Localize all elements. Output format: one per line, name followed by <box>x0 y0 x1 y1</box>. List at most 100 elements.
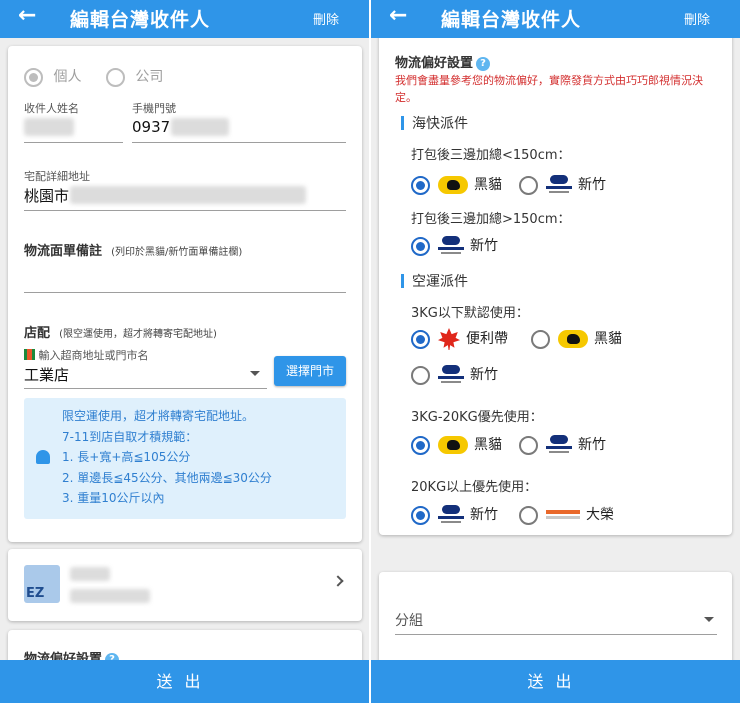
page-title: 編輯台灣收件人 <box>70 9 211 31</box>
phone-field[interactable]: 0937 <box>132 118 170 136</box>
right-screen: 物流偏好設置? 我們會盡量參考您的物流偏好，實際發貨方式由巧巧郎視情況決定。 海… <box>371 0 740 703</box>
option-label: 新竹 <box>578 177 606 193</box>
option-air-over20kg-taiwan-express[interactable]: 大榮 <box>519 504 614 525</box>
phone-label: 手機門號 <box>132 102 176 115</box>
notice-line: 1. 長+寬+高≦105公分 <box>62 450 191 464</box>
group-select[interactable]: 分組 <box>395 610 423 630</box>
hct-logo-icon <box>438 236 464 256</box>
option-label: 新竹 <box>470 367 498 383</box>
sea-group2-label: 打包後三邊加總>150cm： <box>411 212 571 227</box>
arrow-left-icon[interactable]: ← <box>18 5 36 27</box>
notice-line: 2. 單邊長≦45公分、其他兩邊≦30公分 <box>62 470 272 485</box>
address-value-redacted <box>70 186 306 204</box>
option-label: 新竹 <box>470 238 498 254</box>
pref-note: 我們會盡量參考您的物流偏好，實際發貨方式由巧巧郎視情況決定。 <box>395 74 703 104</box>
group-select-underline <box>395 634 717 635</box>
app-link-card[interactable]: EZ <box>8 549 362 621</box>
option-air-3to20kg-yamato[interactable]: 黑貓 <box>411 434 502 455</box>
air-group1-label: 3KG以下默認使用： <box>411 306 529 321</box>
sea-section-label: 海快派件 <box>412 116 468 132</box>
submit-button[interactable]: 送出 <box>371 660 740 703</box>
black-cat-logo-icon <box>438 176 468 194</box>
pref-title-row: 物流偏好設置? <box>395 52 491 71</box>
sea-group1-label: 打包後三邊加總<150cm： <box>411 148 571 163</box>
radio-button[interactable] <box>411 505 430 525</box>
store-input-label-row: 輸入超商地址或門市名 <box>24 347 149 363</box>
option-sea-under150-hct[interactable]: 新竹 <box>519 174 606 195</box>
air-group2-label: 3KG-20KG優先使用： <box>411 410 543 425</box>
page-title: 編輯台灣收件人 <box>441 9 582 31</box>
option-air-under3kg-convenience[interactable]: 便利帶 <box>411 328 508 350</box>
remark-field-underline[interactable] <box>24 292 346 293</box>
store-select-underline <box>24 388 267 389</box>
radio-button[interactable] <box>519 175 538 195</box>
app-logo: EZ <box>24 565 60 603</box>
recipient-type-group: 個人 公司 <box>24 66 163 87</box>
option-label: 大榮 <box>586 507 614 523</box>
hct-logo-icon <box>546 175 572 195</box>
name-field-underline[interactable] <box>24 142 123 143</box>
air-section-title: 空運派件 <box>401 271 468 291</box>
radio-button[interactable] <box>411 236 430 256</box>
radio-button[interactable] <box>519 435 538 455</box>
chevron-down-icon[interactable] <box>250 371 260 376</box>
radio-button[interactable] <box>411 365 430 385</box>
option-air-under3kg-hct[interactable]: 新竹 <box>411 364 498 385</box>
remark-hint: (列印於黑貓/新竹面單備註欄) <box>111 247 243 258</box>
option-label: 新竹 <box>578 437 606 453</box>
store-select[interactable]: 工業店 <box>24 364 69 385</box>
radio-company[interactable] <box>105 67 125 87</box>
store-input-label: 輸入超商地址或門市名 <box>38 349 149 362</box>
app-name-redacted <box>70 567 110 581</box>
notice-text: 限空運使用，超才將轉寄宅配地址。 7-11到店自取才積規範： 1. 長+寬+高≦… <box>62 406 272 509</box>
chevron-right-icon[interactable] <box>332 575 344 587</box>
hct-logo-icon <box>546 435 572 455</box>
recipient-form-card: 個人 公司 收件人姓名 手機門號 0937 宅配詳細地址 桃園市 物流面單備註 … <box>8 46 362 542</box>
help-icon[interactable]: ? <box>476 57 491 71</box>
option-label: 便利帶 <box>466 331 508 347</box>
delete-button[interactable]: 刪除 <box>313 9 339 28</box>
phone-field-underline <box>132 142 346 143</box>
app-logo-text: EZ <box>26 586 45 601</box>
black-cat-logo-icon <box>558 330 588 348</box>
submit-button[interactable]: 送出 <box>0 660 369 703</box>
pref-card: 物流偏好設置? 我們會盡量參考您的物流偏好，實際發貨方式由巧巧郎視情況決定。 海… <box>379 30 732 535</box>
top-app-bar: ← 編輯台灣收件人 刪除 <box>371 0 740 38</box>
radio-button[interactable] <box>519 505 538 525</box>
black-cat-logo-icon <box>438 436 468 454</box>
option-sea-under150-yamato[interactable]: 黑貓 <box>411 174 502 195</box>
name-label: 收件人姓名 <box>24 102 79 115</box>
select-store-button[interactable]: 選擇門市 <box>274 356 346 386</box>
delete-button[interactable]: 刪除 <box>684 9 710 28</box>
arrow-left-icon[interactable]: ← <box>389 5 407 27</box>
radio-personal[interactable] <box>24 67 43 87</box>
seven-eleven-icon <box>24 349 35 360</box>
option-air-3to20kg-hct[interactable]: 新竹 <box>519 434 606 455</box>
address-label: 宅配詳細地址 <box>24 170 90 183</box>
pref-title: 物流偏好設置 <box>395 56 474 71</box>
option-label: 新竹 <box>470 507 498 523</box>
radio-personal-label: 個人 <box>53 69 82 85</box>
radio-button[interactable] <box>411 435 430 455</box>
notice-line: 3. 重量10公斤以內 <box>62 491 165 505</box>
left-screen: ← 編輯台灣收件人 刪除 個人 公司 收件人姓名 手機門號 0937 宅配詳細地… <box>0 0 369 703</box>
address-field[interactable]: 桃園市 <box>24 185 69 206</box>
hct-logo-icon <box>438 365 464 385</box>
address-field-underline <box>24 210 346 211</box>
option-air-under3kg-yamato[interactable]: 黑貓 <box>531 328 622 349</box>
hct-logo-icon <box>438 505 464 525</box>
bell-icon <box>36 450 50 464</box>
chevron-down-icon[interactable] <box>704 617 714 622</box>
option-label: 黑貓 <box>594 331 622 347</box>
name-value-redacted <box>24 118 74 136</box>
air-section-label: 空運派件 <box>412 274 468 290</box>
radio-button[interactable] <box>411 329 430 349</box>
option-sea-over150-hct[interactable]: 新竹 <box>411 235 498 256</box>
radio-company-label: 公司 <box>135 69 164 85</box>
air-group3-label: 20KG以上優先使用： <box>411 480 538 495</box>
radio-button[interactable] <box>531 329 550 349</box>
option-air-over20kg-hct[interactable]: 新竹 <box>411 504 498 525</box>
sea-section-title: 海快派件 <box>401 113 468 133</box>
radio-button[interactable] <box>411 175 430 195</box>
app-detail-redacted <box>70 589 150 603</box>
